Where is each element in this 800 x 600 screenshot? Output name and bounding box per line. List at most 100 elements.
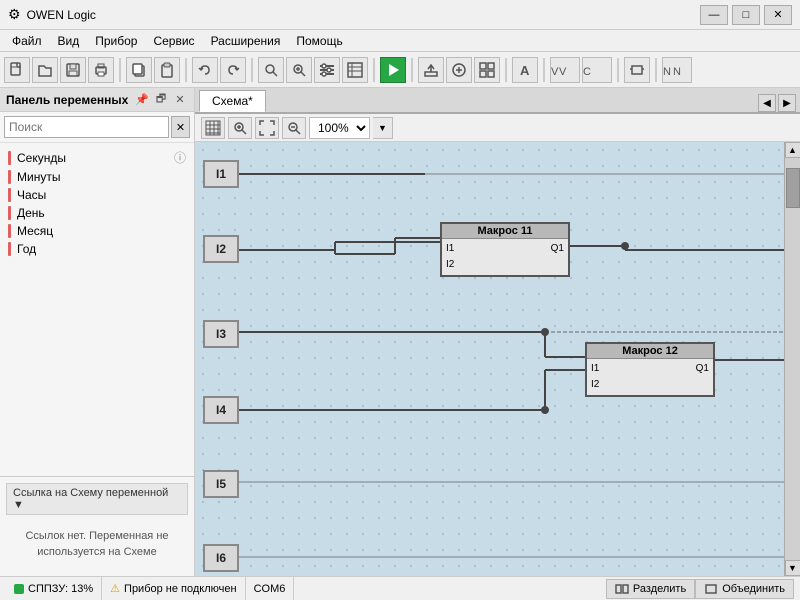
tab-prev-btn[interactable]: ◀ bbox=[758, 94, 776, 112]
text-btn[interactable]: A bbox=[512, 57, 538, 83]
toolbar-sep-1 bbox=[119, 58, 121, 82]
copy-button[interactable] bbox=[126, 57, 152, 83]
minimize-button[interactable]: — bbox=[700, 5, 728, 25]
scroll-down-btn[interactable]: ▼ bbox=[785, 560, 800, 576]
macro-block-11[interactable]: Макрос 11 I1 I2 Q1 bbox=[440, 222, 570, 277]
menu-view[interactable]: Вид bbox=[50, 32, 88, 50]
list-item[interactable]: Год bbox=[0, 240, 194, 258]
canvas-toolbar: 100% 75% 50% 150% 200% ▼ bbox=[195, 114, 800, 142]
app-icon: ⚙ bbox=[8, 6, 21, 23]
list-item[interactable]: Минуты bbox=[0, 168, 194, 186]
panel-pin-btn[interactable]: 📌 bbox=[134, 92, 150, 108]
table-btn[interactable] bbox=[342, 57, 368, 83]
run-button[interactable] bbox=[380, 57, 406, 83]
macro-12-body: I1 I2 Q1 bbox=[587, 359, 713, 395]
toolbar-sep-5 bbox=[411, 58, 413, 82]
menu-file[interactable]: Файл bbox=[4, 32, 50, 50]
paste-button[interactable] bbox=[154, 57, 180, 83]
macro-pin: I1 bbox=[591, 361, 599, 377]
tab-next-btn[interactable]: ▶ bbox=[778, 94, 796, 112]
split-label: Разделить bbox=[633, 583, 686, 595]
download-btn[interactable] bbox=[446, 57, 472, 83]
macro-11-body: I1 I2 Q1 bbox=[442, 239, 568, 275]
flash-label: СППЗУ: 13% bbox=[28, 583, 93, 595]
combine-label: Объединить bbox=[722, 583, 785, 595]
grid-config-btn[interactable] bbox=[474, 57, 500, 83]
macro-pin: Q1 bbox=[551, 241, 564, 257]
list-item[interactable]: Месяц bbox=[0, 222, 194, 240]
upload-btn[interactable] bbox=[418, 57, 444, 83]
new-button[interactable] bbox=[4, 57, 30, 83]
toolbar-sep-2 bbox=[185, 58, 187, 82]
panel-close-btn[interactable]: ✕ bbox=[172, 92, 188, 108]
nn-btn[interactable]: NN bbox=[662, 57, 692, 83]
list-item[interactable]: Часы bbox=[0, 186, 194, 204]
device-warning-icon: ⚠ bbox=[110, 582, 120, 595]
var-info-btn[interactable]: ⓘ bbox=[174, 149, 186, 166]
input-block-i2[interactable]: I2 bbox=[203, 235, 239, 263]
tab-schema[interactable]: Схема* bbox=[199, 90, 266, 112]
list-item[interactable]: Секунды ⓘ bbox=[0, 147, 194, 168]
close-button[interactable]: ✕ bbox=[764, 5, 792, 25]
var-name: Минуты bbox=[17, 170, 60, 184]
var-color-indicator bbox=[8, 206, 11, 220]
search-input[interactable] bbox=[4, 116, 169, 138]
schema-link-label[interactable]: Ссылка на Схему переменной ▼ bbox=[6, 483, 188, 515]
list-item[interactable]: День bbox=[0, 204, 194, 222]
zoom-out-btn[interactable] bbox=[282, 117, 306, 139]
print-button[interactable] bbox=[88, 57, 114, 83]
right-area: Схема* ◀ ▶ 100% 75% 50% bbox=[195, 88, 800, 576]
macro-12-outputs: Q1 bbox=[692, 359, 713, 395]
config-btn[interactable] bbox=[314, 57, 340, 83]
canvas-grid[interactable]: I1 I2 I3 I4 I5 I6 Q1 Q2 Q3 Q4 Q5 Q6 Макр… bbox=[195, 142, 784, 576]
vertical-scrollbar: ▲ ▼ bbox=[784, 142, 800, 576]
var-name: День bbox=[17, 206, 45, 220]
input-block-i3[interactable]: I3 bbox=[203, 320, 239, 348]
macro-block-12[interactable]: Макрос 12 I1 I2 Q1 bbox=[585, 342, 715, 397]
macro-12-title: Макрос 12 bbox=[587, 344, 713, 359]
grid-toggle-btn[interactable] bbox=[201, 117, 225, 139]
panel-restore-btn[interactable]: 🗗 bbox=[153, 92, 169, 108]
search-box: ✕ bbox=[0, 112, 194, 143]
var-color-indicator bbox=[8, 151, 11, 165]
search-btn[interactable] bbox=[258, 57, 284, 83]
macro-12-inputs: I1 I2 bbox=[587, 359, 603, 395]
scroll-thumb[interactable] bbox=[786, 168, 800, 208]
combine-button[interactable]: Объединить bbox=[695, 579, 794, 599]
zoom-btn[interactable] bbox=[286, 57, 312, 83]
cc-btn[interactable]: C bbox=[582, 57, 612, 83]
search-clear-btn[interactable]: ✕ bbox=[171, 116, 190, 138]
flash-status: СППЗУ: 13% bbox=[6, 577, 102, 600]
menu-extensions[interactable]: Расширения bbox=[203, 32, 289, 50]
device-io-btn[interactable] bbox=[624, 57, 650, 83]
redo-button[interactable] bbox=[220, 57, 246, 83]
menu-help[interactable]: Помощь bbox=[288, 32, 350, 50]
save-button[interactable] bbox=[60, 57, 86, 83]
svg-text:V: V bbox=[559, 66, 567, 78]
input-block-i6[interactable]: I6 bbox=[203, 544, 239, 572]
zoom-in-btn[interactable] bbox=[228, 117, 252, 139]
menu-device[interactable]: Прибор bbox=[87, 32, 145, 50]
panel-header: Панель переменных 📌 🗗 ✕ bbox=[0, 88, 194, 112]
panel-controls: 📌 🗗 ✕ bbox=[134, 92, 188, 108]
split-button[interactable]: Разделить bbox=[606, 579, 695, 599]
zoom-fit-btn[interactable] bbox=[255, 117, 279, 139]
input-block-i5[interactable]: I5 bbox=[203, 470, 239, 498]
window-title: OWEN Logic bbox=[27, 8, 700, 22]
zoom-dropdown-btn[interactable]: ▼ bbox=[373, 117, 393, 139]
macro-pin: I2 bbox=[591, 377, 599, 393]
toolbar-sep-9 bbox=[655, 58, 657, 82]
input-block-i4[interactable]: I4 bbox=[203, 396, 239, 424]
maximize-button[interactable]: □ bbox=[732, 5, 760, 25]
variables-list: Секунды ⓘ Минуты Часы День Месяц Год bbox=[0, 143, 194, 476]
zoom-select[interactable]: 100% 75% 50% 150% 200% bbox=[309, 117, 370, 139]
menu-service[interactable]: Сервис bbox=[145, 32, 202, 50]
open-button[interactable] bbox=[32, 57, 58, 83]
svg-text:V: V bbox=[551, 66, 559, 78]
svg-text:C: C bbox=[583, 66, 591, 78]
vv-btn[interactable]: VV bbox=[550, 57, 580, 83]
svg-text:N: N bbox=[673, 66, 681, 78]
undo-button[interactable] bbox=[192, 57, 218, 83]
input-block-i1[interactable]: I1 bbox=[203, 160, 239, 188]
scroll-up-btn[interactable]: ▲ bbox=[785, 142, 800, 158]
